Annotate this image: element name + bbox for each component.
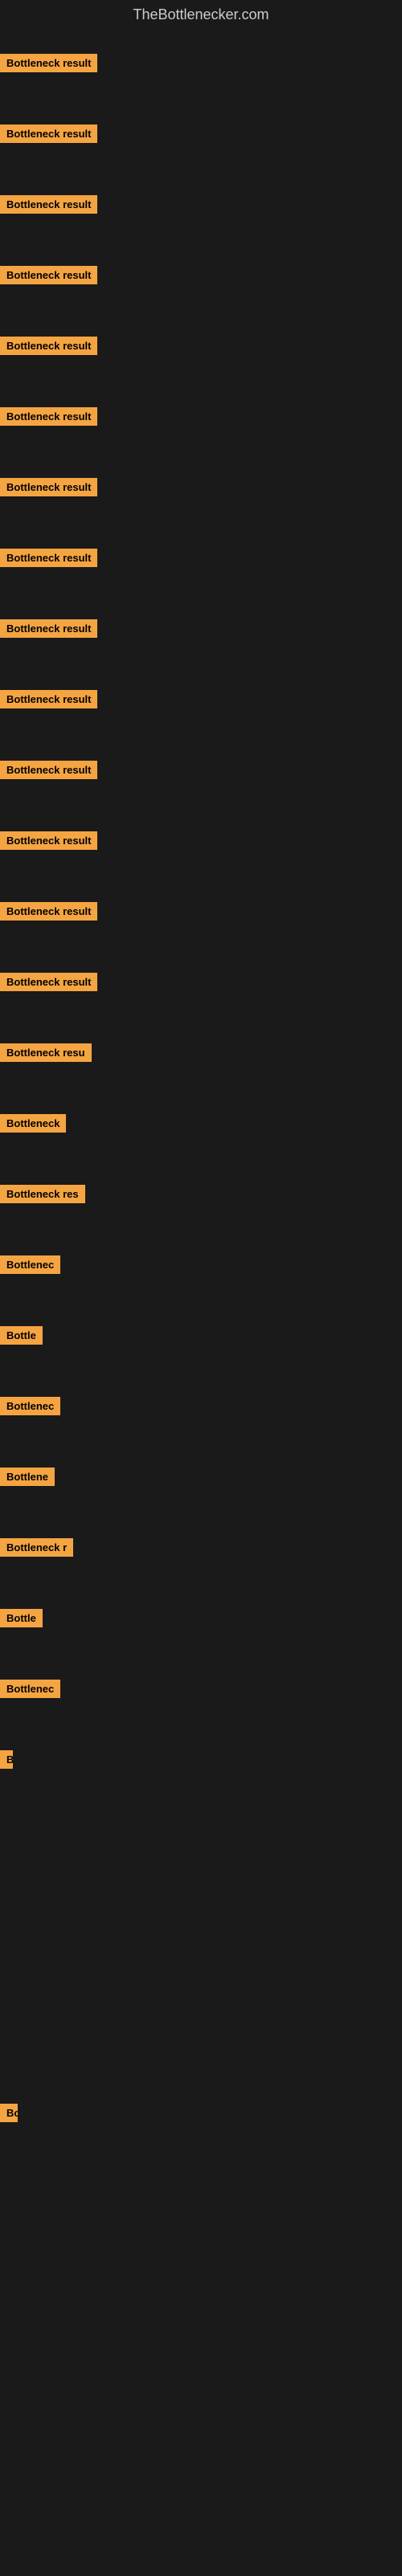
bottleneck-badge-7: Bottleneck result	[0, 478, 97, 496]
bottleneck-item-2[interactable]: Bottleneck result	[0, 125, 97, 147]
bottleneck-item-17[interactable]: Bottleneck res	[0, 1185, 85, 1207]
bottleneck-badge-13: Bottleneck result	[0, 902, 97, 921]
bottleneck-badge-26: Bo	[0, 2104, 18, 2122]
bottleneck-badge-2: Bottleneck result	[0, 125, 97, 143]
bottleneck-item-19[interactable]: Bottle	[0, 1326, 43, 1349]
bottleneck-badge-10: Bottleneck result	[0, 690, 97, 708]
bottleneck-item-3[interactable]: Bottleneck result	[0, 195, 97, 218]
bottleneck-badge-5: Bottleneck result	[0, 337, 97, 355]
bottleneck-item-20[interactable]: Bottlenec	[0, 1397, 60, 1419]
bottleneck-badge-3: Bottleneck result	[0, 195, 97, 214]
bottleneck-item-12[interactable]: Bottleneck result	[0, 831, 97, 854]
bottleneck-item-15[interactable]: Bottleneck resu	[0, 1043, 92, 1066]
bottleneck-badge-24: Bottlenec	[0, 1680, 60, 1698]
bottleneck-badge-9: Bottleneck result	[0, 619, 97, 638]
bottleneck-badge-17: Bottleneck res	[0, 1185, 85, 1203]
bottleneck-badge-18: Bottlenec	[0, 1255, 60, 1274]
bottleneck-item-18[interactable]: Bottlenec	[0, 1255, 60, 1278]
bottleneck-badge-20: Bottlenec	[0, 1397, 60, 1415]
bottleneck-item-13[interactable]: Bottleneck result	[0, 902, 97, 925]
bottleneck-badge-22: Bottleneck r	[0, 1538, 73, 1557]
bottleneck-item-22[interactable]: Bottleneck r	[0, 1538, 73, 1561]
bottleneck-badge-4: Bottleneck result	[0, 266, 97, 284]
bottleneck-item-1[interactable]: Bottleneck result	[0, 54, 97, 76]
bottleneck-item-16[interactable]: Bottleneck	[0, 1114, 66, 1137]
bottleneck-badge-1: Bottleneck result	[0, 54, 97, 72]
bottleneck-item-10[interactable]: Bottleneck result	[0, 690, 97, 712]
bottleneck-item-25[interactable]: B	[0, 1750, 13, 1773]
bottleneck-badge-12: Bottleneck result	[0, 831, 97, 850]
bottleneck-badge-25: B	[0, 1750, 13, 1769]
bottleneck-item-7[interactable]: Bottleneck result	[0, 478, 97, 500]
bottleneck-badge-6: Bottleneck result	[0, 407, 97, 426]
bottleneck-badge-16: Bottleneck	[0, 1114, 66, 1133]
site-title: TheBottlenecker.com	[0, 0, 402, 30]
bottleneck-item-26[interactable]: Bo	[0, 2104, 18, 2126]
bottleneck-badge-8: Bottleneck result	[0, 549, 97, 567]
bottleneck-item-14[interactable]: Bottleneck result	[0, 973, 97, 995]
bottleneck-item-8[interactable]: Bottleneck result	[0, 549, 97, 571]
bottleneck-item-9[interactable]: Bottleneck result	[0, 619, 97, 642]
bottleneck-item-5[interactable]: Bottleneck result	[0, 337, 97, 359]
bottleneck-item-11[interactable]: Bottleneck result	[0, 761, 97, 783]
bottleneck-item-24[interactable]: Bottlenec	[0, 1680, 60, 1702]
bottleneck-badge-23: Bottle	[0, 1609, 43, 1627]
bottleneck-badge-11: Bottleneck result	[0, 761, 97, 779]
bottleneck-badge-21: Bottlene	[0, 1468, 55, 1486]
bottleneck-item-23[interactable]: Bottle	[0, 1609, 43, 1631]
bottleneck-badge-15: Bottleneck resu	[0, 1043, 92, 1062]
bottleneck-item-21[interactable]: Bottlene	[0, 1468, 55, 1490]
bottleneck-item-6[interactable]: Bottleneck result	[0, 407, 97, 430]
bottleneck-item-4[interactable]: Bottleneck result	[0, 266, 97, 288]
bottleneck-badge-19: Bottle	[0, 1326, 43, 1345]
bottleneck-badge-14: Bottleneck result	[0, 973, 97, 991]
